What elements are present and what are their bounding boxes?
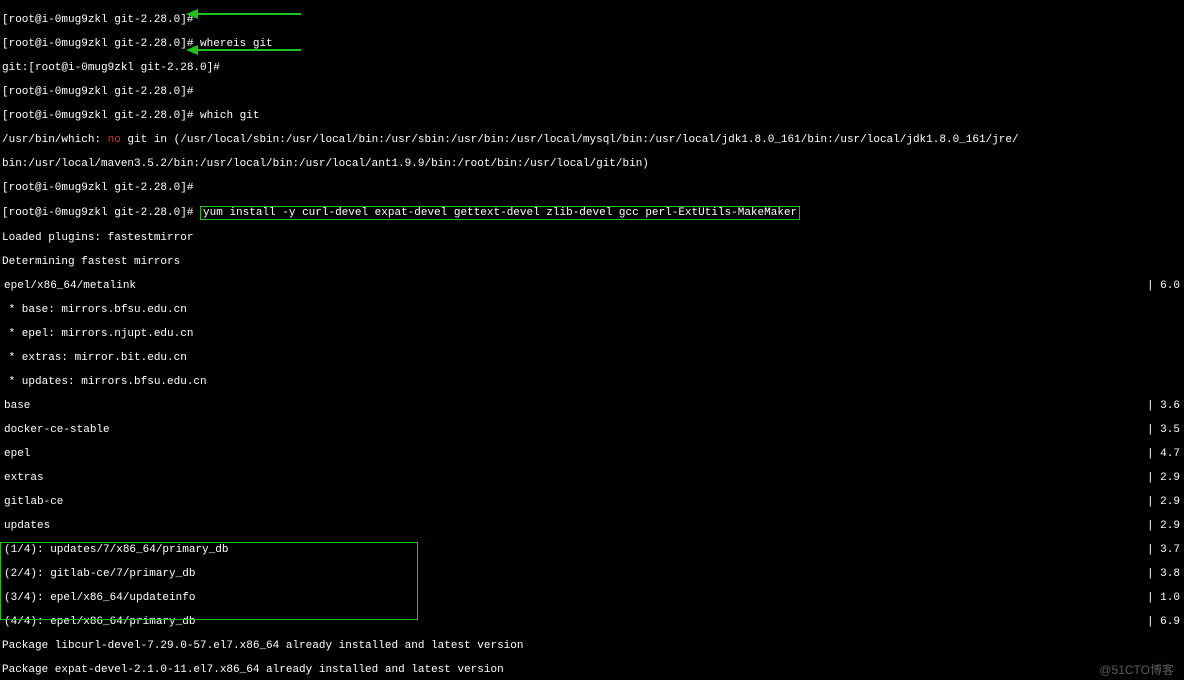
arrow-icon	[186, 44, 306, 56]
no-text: no	[108, 134, 121, 146]
which-cmd-line: [root@i-0mug9zkl git-2.28.0]# which git	[2, 110, 1184, 122]
repo-size-line: (1/4): updates/7/x86_64/primary_db| 3.7	[2, 544, 1184, 556]
repo-size-line: docker-ce-stable| 3.5	[2, 424, 1184, 436]
loaded-plugins: Loaded plugins: fastestmirror	[2, 232, 1184, 244]
repo-size-line: gitlab-ce| 2.9	[2, 496, 1184, 508]
epel-metalink: epel/x86_64/metalink| 6.0	[2, 280, 1184, 292]
already-installed: Package libcurl-devel-7.29.0-57.el7.x86_…	[2, 640, 1184, 652]
repo-size-line: extras| 2.9	[2, 472, 1184, 484]
mirror-line: * updates: mirrors.bfsu.edu.cn	[2, 376, 1184, 388]
prompt-line: [root@i-0mug9zkl git-2.28.0]#	[2, 86, 1184, 98]
prompt-line: [root@i-0mug9zkl git-2.28.0]#	[2, 182, 1184, 194]
repo-size-line: (4/4): epel/x86_64/primary_db| 6.9	[2, 616, 1184, 628]
watermark: @51CTO博客	[1099, 664, 1174, 676]
determining-mirrors: Determining fastest mirrors	[2, 256, 1184, 268]
repo-size-line: base| 3.6	[2, 400, 1184, 412]
mirror-line: * extras: mirror.bit.edu.cn	[2, 352, 1184, 364]
already-installed: Package expat-devel-2.1.0-11.el7.x86_64 …	[2, 664, 1184, 676]
which-output-1: /usr/bin/which: no git in (/usr/local/sb…	[2, 134, 1184, 146]
prompt-line: [root@i-0mug9zkl git-2.28.0]#	[2, 14, 1184, 26]
which-output-2: bin:/usr/local/maven3.5.2/bin:/usr/local…	[2, 158, 1184, 170]
whereis-output: git:[root@i-0mug9zkl git-2.28.0]#	[2, 62, 1184, 74]
yum-cmd-line: [root@i-0mug9zkl git-2.28.0]# yum instal…	[2, 206, 1184, 220]
arrow-icon	[186, 8, 306, 20]
mirror-line: * epel: mirrors.njupt.edu.cn	[2, 328, 1184, 340]
repo-size-line: updates| 2.9	[2, 520, 1184, 532]
repo-size-line: epel| 4.7	[2, 448, 1184, 460]
yum-command-highlight: yum install -y curl-devel expat-devel ge…	[200, 206, 800, 220]
repo-size-line: (2/4): gitlab-ce/7/primary_db| 3.8	[2, 568, 1184, 580]
terminal[interactable]: [root@i-0mug9zkl git-2.28.0]# [root@i-0m…	[0, 0, 1184, 680]
whereis-cmd-line: [root@i-0mug9zkl git-2.28.0]# whereis gi…	[2, 38, 1184, 50]
repo-size-line: (3/4): epel/x86_64/updateinfo| 1.0	[2, 592, 1184, 604]
mirror-line: * base: mirrors.bfsu.edu.cn	[2, 304, 1184, 316]
